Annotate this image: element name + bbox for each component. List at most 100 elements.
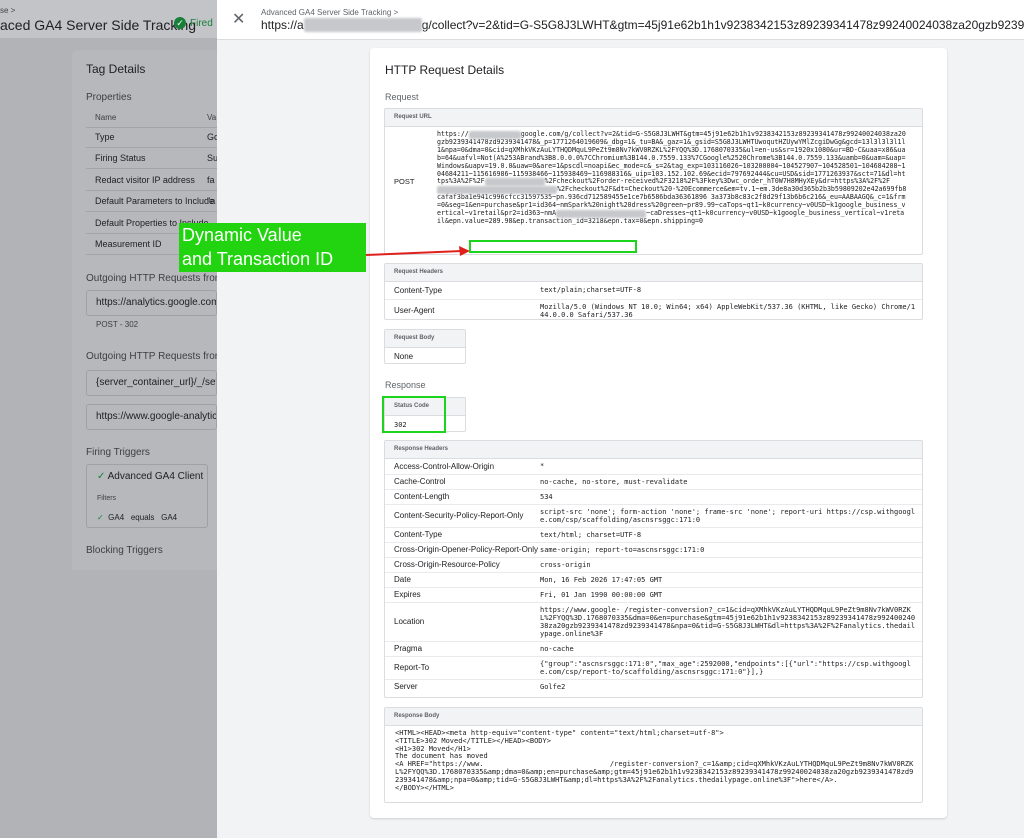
close-icon[interactable]: ✕ [232,9,245,29]
url-part: epn.tax=0&epn.shipping=0 [607,216,703,225]
header-key: Access-Control-Allow-Origin [394,461,495,471]
row-value: Go [207,132,217,142]
response-body-head: Response Body [385,708,922,726]
request-body-box: Request Body None [384,329,466,364]
annotation-line-1: Dynamic Value [182,225,302,245]
panel-header: ✕ Advanced GA4 Server Side Tracking > ht… [217,0,1024,40]
header-key: Content-Length [385,488,540,504]
background-tag-title: aced GA4 Server Side Tracking [0,17,197,33]
header-key: Cross-Origin-Resource-Policy [385,556,540,572]
row-name: Firing Status [95,153,146,163]
table-row: Access-Control-Allow-Origin * [385,459,922,474]
redacted-text: x [556,210,647,218]
col-name-header: Name [95,113,117,122]
check-icon: ✓ [97,513,104,522]
header-value: no-cache [540,640,922,656]
redacted-text: x [484,178,545,187]
header-value: * [540,462,545,471]
filter-row: ✓ GA4 equals GA4 [97,513,177,522]
blocking-triggers-heading: Blocking Triggers [86,545,163,556]
annotation-arrow [366,246,470,256]
row-value: "a [207,196,216,206]
header-key: Pragma [385,640,540,656]
header-value: same-origin; report-to=ascnsrsggc:171:0 [540,541,922,557]
request-body-head: Request Body [385,330,465,348]
panel-request-url: https://axg/collect?v=2&tid=G-S5G8J3LWHT… [261,18,1024,32]
header-key: Cross-Origin-Opener-Policy-Report-Only [385,541,540,557]
request-body-value: None [394,352,414,361]
table-row: Cache-Control no-cache, no-store, must-re… [385,473,922,489]
http-request-panel: ✕ Advanced GA4 Server Side Tracking > ht… [217,0,1024,838]
header-key: Content-Security-Policy-Report-Only [385,503,540,527]
request-url-box: Request URL POST https://xgoogle.com/g/c… [384,108,923,255]
filter-a: GA4 [108,513,125,522]
header-value: script-src 'none'; form-action 'none'; f… [540,503,922,527]
header-key: Location [385,601,540,641]
properties-header-row: Name Va [86,107,217,128]
table-row: Firing Status Su [86,148,217,169]
response-headers-table: Access-Control-Allow-Origin * Cache-Contr… [385,459,922,694]
request-headers-head: Request Headers [385,264,922,282]
header-value: text/plain;charset=UTF-8 [540,286,642,295]
header-key: Content-Type [394,285,443,295]
outgoing-request-url-2: {server_container_url}/_/set_... [86,370,217,396]
page-title: HTTP Request Details [385,63,505,77]
check-circle-icon: ✓ [174,17,186,29]
url-part: https:// [437,130,469,138]
col-value-header: Va [207,113,217,122]
annotation-line-2: and Transaction ID [182,249,334,269]
table-row: Report-To {"group":"ascnsrsggc:171:0","ma… [385,655,922,679]
header-value: {"group":"ascnsrsggc:171:0","max_age":25… [540,655,922,679]
background-breadcrumb: se > [0,6,16,15]
fired-label: Fired [190,17,213,29]
response-headers-box: Response Headers Access-Control-Allow-Or… [384,440,923,698]
outgoing-requests-heading: Outgoing HTTP Requests from S [86,273,233,284]
table-row: Location https://www.google- /register-co… [385,601,922,641]
response-body-box: Response Body <HTML><HEAD><meta http-equ… [384,707,923,803]
url-part: %2Fcheckout%2Forder-received%2F3218%2F%3… [544,177,891,186]
header-value: https://www.google- /register-conversion… [540,601,922,641]
outgoing-request-url-3: https://www.google-analytic... [86,404,217,430]
table-row: Cross-Origin-Resource-Policy cross-origin [385,556,922,572]
header-value: Mon, 16 Feb 2026 17:47:05 GMT [540,571,922,587]
table-row: Redact visitor IP address fa [86,170,217,191]
row-value: fa [207,175,215,185]
request-method: POST [394,177,415,186]
outgoing-request-status: POST - 302 [96,320,139,329]
filter-op: equals [130,513,155,522]
response-section-label: Response [385,380,426,390]
request-details-card: HTTP Request Details Request Request URL… [370,48,947,818]
response-body-value: <HTML><HEAD><meta http-equiv="content-ty… [395,729,914,792]
row-name: Redact visitor IP address [95,175,195,185]
table-row: Content-Length 534 [385,488,922,504]
table-row: Content-Type text/plain;charset=UTF-8 [385,282,922,299]
header-key: Date [385,571,540,587]
table-row: Pragma no-cache [385,640,922,656]
table-row: Content-Security-Policy-Report-Only scrip… [385,503,922,527]
fired-badge: ✓ Fired [174,17,213,29]
redacted-domain: x [303,18,422,32]
properties-heading: Properties [86,92,132,103]
header-key: Server [385,678,540,694]
table-row: Date Mon, 16 Feb 2026 17:47:05 GMT [385,571,922,587]
row-name: Default Parameters to Include [95,196,215,206]
background-header: se > aced GA4 Server Side Tracking ✓ Fir… [0,0,217,38]
header-value: Fri, 01 Jan 1990 00:00:00 GMT [540,586,922,602]
highlight-box-status [382,396,446,433]
table-row: Cross-Origin-Opener-Policy-Report-Only sa… [385,541,922,557]
table-row: Type Go [86,127,217,148]
row-name: Type [95,132,115,142]
table-row: Content-Type text/html; charset=UTF-8 [385,526,922,542]
table-row: User-Agent Mozilla/5.0 (Windows NT 10.0; … [385,298,922,319]
table-row: Default Parameters to Include "a [86,191,217,212]
request-section-label: Request [385,92,419,102]
header-key: Expires [385,586,540,602]
header-value: Mozilla/5.0 (Windows NT 10.0; Win64; x64… [540,298,922,319]
outgoing-requests-heading-2: Outgoing HTTP Requests from E [86,351,233,362]
header-value: 534 [540,488,922,504]
highlight-box-transaction [469,240,637,253]
outgoing-request-url: https://analytics.google.com/ [86,290,217,316]
request-url-head: Request URL [385,109,922,127]
annotation-callout: Dynamic Value and Transaction ID [179,223,366,272]
firing-trigger-chip: ✓ Advanced GA4 Client Filters ✓ GA4 equa… [86,464,208,528]
